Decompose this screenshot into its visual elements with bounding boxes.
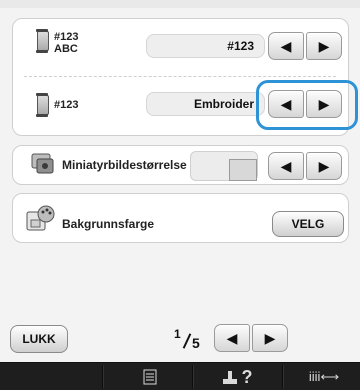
card-divider xyxy=(24,76,336,77)
bottom-separator xyxy=(282,365,284,388)
spool-icon xyxy=(36,93,49,117)
page-current: 1 xyxy=(174,327,181,341)
page-next-button[interactable]: ▶ xyxy=(252,324,288,352)
help-question: ? xyxy=(241,366,253,387)
thumbnail-left-button[interactable]: ◀ xyxy=(268,152,304,180)
page-total: 5 xyxy=(192,335,200,351)
thumbnail-right-button[interactable]: ▶ xyxy=(306,152,342,180)
top-bar xyxy=(0,0,360,8)
help-button[interactable]: ? xyxy=(210,366,264,387)
thumbnail-icon xyxy=(31,153,54,174)
row2-value: Embroider xyxy=(146,92,265,116)
bottom-separator xyxy=(192,365,194,388)
page-indicator: 1 5 xyxy=(174,327,214,351)
layout-icon[interactable]: iiii⟷ xyxy=(292,368,356,386)
thumbnail-icon xyxy=(30,150,60,178)
row1-left-button[interactable]: ◀ xyxy=(268,32,304,60)
thumbnail-size-preview xyxy=(190,151,258,181)
row1-label-line2: ABC xyxy=(54,43,78,55)
background-color-label: Bakgrunnsfarge xyxy=(62,217,155,231)
row1-value: #123 xyxy=(146,34,265,58)
settings-screen: #123 ABC #123 ◀ ▶ #123 Embroider ◀ ▶ Min… xyxy=(0,0,360,390)
list-icon[interactable] xyxy=(132,368,168,386)
spool-icon xyxy=(36,29,49,53)
row1-label-line1: #123 xyxy=(54,31,79,43)
row2-left-button[interactable]: ◀ xyxy=(268,90,304,118)
row1-right-button[interactable]: ▶ xyxy=(306,32,342,60)
bottom-bar: ? iiii⟷ xyxy=(0,362,360,390)
page-prev-button[interactable]: ◀ xyxy=(214,324,250,352)
page-slash xyxy=(182,333,192,349)
palette-icon xyxy=(26,205,55,231)
close-button[interactable]: LUKK xyxy=(10,325,68,353)
machine-icon xyxy=(222,371,237,384)
list-icon xyxy=(143,369,157,385)
thumbnail-size-swatch xyxy=(229,159,257,181)
select-color-button[interactable]: VELG xyxy=(272,211,344,237)
row2-right-button[interactable]: ▶ xyxy=(306,90,342,118)
bottom-separator xyxy=(102,365,104,388)
palette-icon xyxy=(26,204,56,232)
row2-label: #123 xyxy=(54,99,79,111)
thumbnail-size-label: Miniatyrbildestørrelse xyxy=(62,158,187,172)
